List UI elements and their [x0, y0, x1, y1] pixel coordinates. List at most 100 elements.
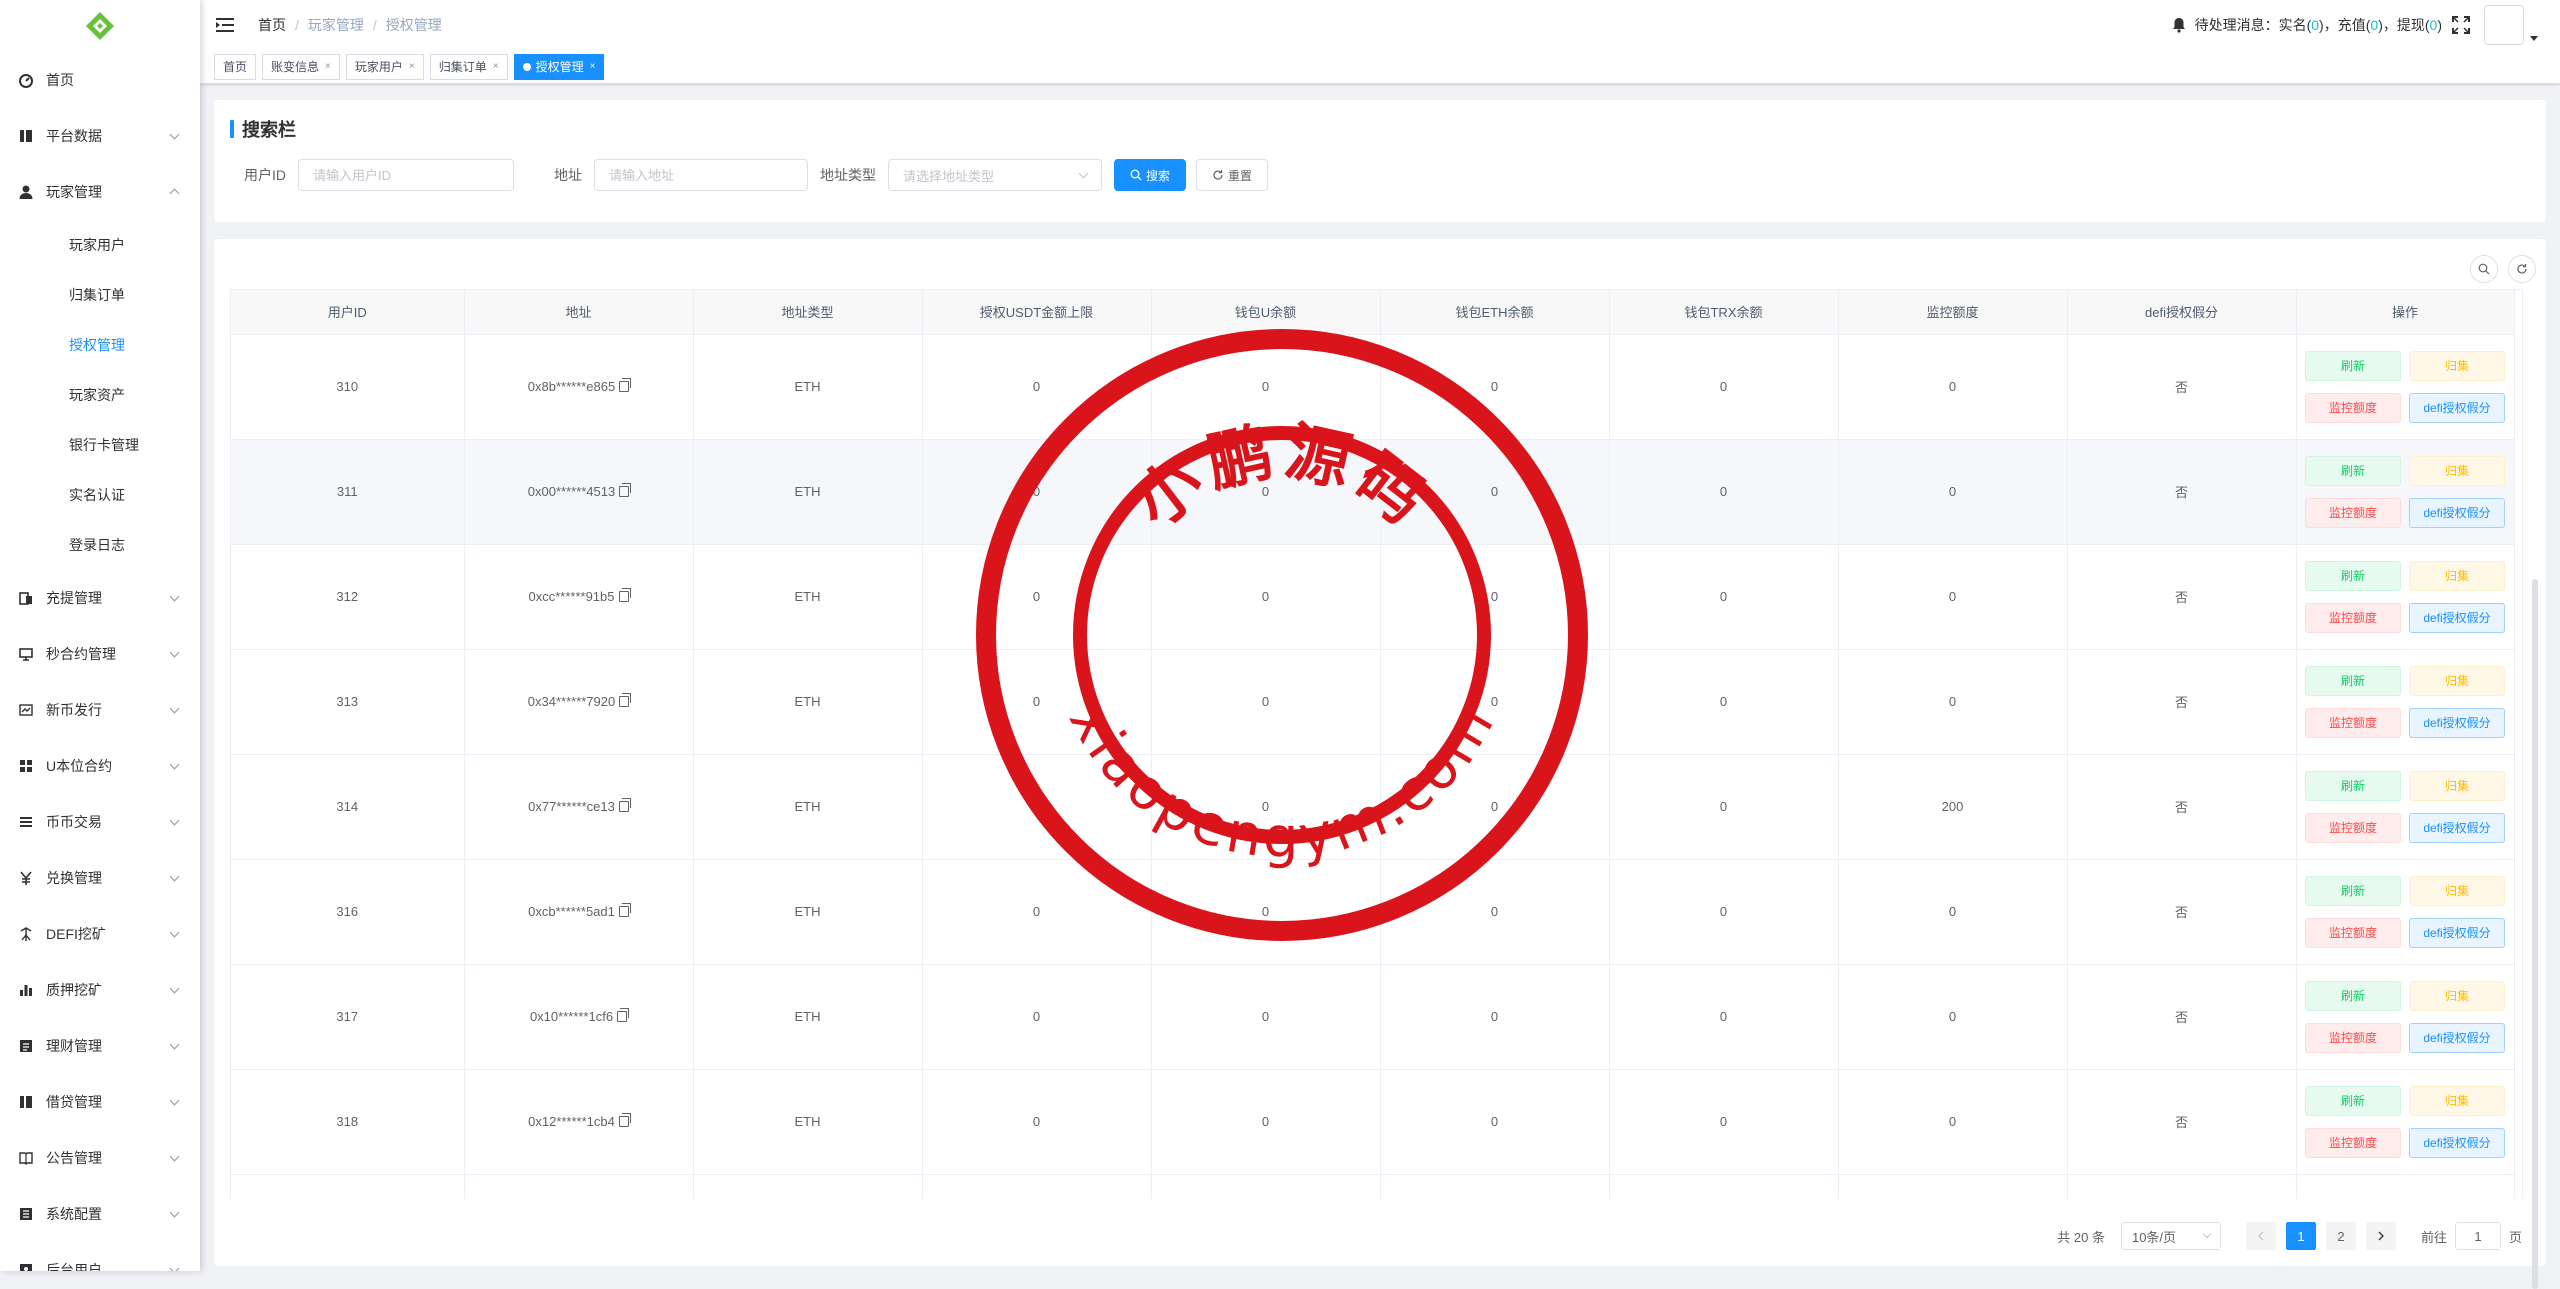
- refresh-button[interactable]: 刷新: [2305, 665, 2401, 696]
- defi-fake-button[interactable]: defi授权假分: [2409, 707, 2505, 738]
- sidebar-item-3[interactable]: 玩家管理: [0, 164, 200, 220]
- collect-button[interactable]: 归集: [2409, 875, 2505, 906]
- pending-notice[interactable]: 待处理消息： 实名(0)， 充值(0)， 提现(0): [2171, 15, 2442, 35]
- copy-icon[interactable]: [617, 1008, 630, 1022]
- prev-page-button[interactable]: [2245, 1222, 2276, 1250]
- sidebar-item-2[interactable]: 平台数据: [0, 108, 200, 164]
- copy-icon[interactable]: [618, 798, 631, 812]
- page-size-select[interactable]: 10条/页: [2120, 1222, 2221, 1250]
- user-dropdown[interactable]: [2484, 5, 2538, 45]
- notice-realname-label: 实名: [2278, 17, 2307, 33]
- close-icon[interactable]: ×: [409, 55, 415, 79]
- monitor-limit-button[interactable]: 监控额度: [2305, 602, 2401, 633]
- sidebar-item-5[interactable]: 秒合约管理: [0, 626, 200, 682]
- sidebar-item-label: 借贷管理: [46, 1094, 102, 1110]
- sidebar-subitem-3[interactable]: 授权管理: [0, 320, 200, 370]
- breadcrumb-home[interactable]: 首页: [258, 15, 286, 35]
- sidebar-subitem-2[interactable]: 归集订单: [0, 270, 200, 320]
- sidebar-item-11[interactable]: 质押挖矿: [0, 962, 200, 1018]
- copy-icon[interactable]: [619, 378, 632, 392]
- avatar[interactable]: [2484, 5, 2524, 45]
- page-1-button[interactable]: 1: [2285, 1222, 2316, 1250]
- sidebar-item-13[interactable]: 借贷管理: [0, 1074, 200, 1130]
- defi-fake-button[interactable]: defi授权假分: [2409, 1127, 2505, 1158]
- monitor-limit-button[interactable]: 监控额度: [2305, 917, 2401, 948]
- collect-button[interactable]: 归集: [2409, 1085, 2505, 1116]
- defi-fake-button[interactable]: defi授权假分: [2409, 497, 2505, 528]
- copy-icon[interactable]: [618, 588, 631, 602]
- sidebar-item-6[interactable]: 新币发行: [0, 682, 200, 738]
- address-input[interactable]: [594, 159, 808, 191]
- monitor-limit-button[interactable]: 监控额度: [2305, 707, 2401, 738]
- refresh-button[interactable]: 刷新: [2305, 455, 2401, 486]
- sidebar-item-15[interactable]: 系统配置: [0, 1186, 200, 1242]
- sidebar-item-14[interactable]: 公告管理: [0, 1130, 200, 1186]
- defi-fake-button[interactable]: defi授权假分: [2409, 1022, 2505, 1053]
- reset-button[interactable]: 重置: [1196, 159, 1269, 191]
- close-icon[interactable]: ×: [493, 55, 499, 79]
- breadcrumb-player[interactable]: 玩家管理: [308, 15, 364, 35]
- user-id-input[interactable]: [298, 159, 514, 191]
- fullscreen-icon[interactable]: [2452, 16, 2470, 34]
- refresh-button[interactable]: 刷新: [2305, 770, 2401, 801]
- sidebar-subitem-1[interactable]: 玩家用户: [0, 220, 200, 270]
- hamburger-icon[interactable]: [216, 16, 234, 34]
- close-icon[interactable]: ×: [590, 55, 596, 79]
- refresh-button[interactable]: 刷新: [2305, 980, 2401, 1011]
- monitor-limit-button[interactable]: 监控额度: [2305, 1127, 2401, 1158]
- refresh-button[interactable]: 刷新: [2305, 350, 2401, 381]
- defi-fake-button[interactable]: defi授权假分: [2409, 392, 2505, 423]
- copy-icon[interactable]: [619, 483, 632, 497]
- collect-button[interactable]: 归集: [2409, 770, 2505, 801]
- collect-button[interactable]: 归集: [2409, 455, 2505, 486]
- cell-trx: 0: [1609, 859, 1839, 965]
- tag-1[interactable]: 首页: [214, 53, 257, 80]
- page-jump-input[interactable]: [2454, 1222, 2501, 1250]
- sidebar-subitem-4[interactable]: 玩家资产: [0, 370, 200, 420]
- table-scrollbar[interactable]: [2532, 579, 2538, 1289]
- next-page-button[interactable]: [2365, 1222, 2396, 1250]
- defi-fake-button[interactable]: defi授权假分: [2409, 812, 2505, 843]
- copy-icon[interactable]: [618, 1113, 631, 1127]
- sidebar-item-4[interactable]: 充提管理: [0, 570, 200, 626]
- sidebar-item-8[interactable]: 币币交易: [0, 794, 200, 850]
- refresh-button[interactable]: 刷新: [2305, 560, 2401, 591]
- table-row: 318 0x12******1cb4 ETH 0 0 0 0 0 否刷新 归集 监控额度 defi授权…: [231, 1069, 2515, 1175]
- sidebar-item-10[interactable]: DEFI挖矿: [0, 906, 200, 962]
- cell-usdt: 0: [922, 334, 1152, 440]
- sidebar-item-7[interactable]: U本位合约: [0, 738, 200, 794]
- refresh-table-button[interactable]: [2508, 255, 2536, 283]
- collect-button[interactable]: 归集: [2409, 665, 2505, 696]
- monitor-limit-button[interactable]: 监控额度: [2305, 497, 2401, 528]
- sidebar-item-9[interactable]: 兑换管理: [0, 850, 200, 906]
- sidebar-subitem-5[interactable]: 银行卡管理: [0, 420, 200, 470]
- tag-2[interactable]: 账变信息 ×: [262, 53, 340, 80]
- collect-button[interactable]: 归集: [2409, 350, 2505, 381]
- copy-icon[interactable]: [618, 903, 631, 917]
- monitor-limit-button[interactable]: 监控额度: [2305, 392, 2401, 423]
- sidebar-item-16[interactable]: 后台用户: [0, 1242, 200, 1271]
- tag-5[interactable]: 授权管理 ×: [513, 53, 605, 80]
- collect-button[interactable]: 归集: [2409, 980, 2505, 1011]
- search-button[interactable]: 搜索: [1114, 159, 1187, 191]
- collect-button[interactable]: 归集: [2409, 560, 2505, 591]
- refresh-button[interactable]: 刷新: [2305, 875, 2401, 906]
- monitor-limit-button[interactable]: 监控额度: [2305, 1022, 2401, 1053]
- sidebar-item-1[interactable]: 首页: [0, 52, 200, 108]
- table-row: 310 0x8b******e865 ETH 0 0 0 0 0 否刷新 归集 监控额度 defi授权…: [231, 334, 2515, 440]
- defi-fake-button[interactable]: defi授权假分: [2409, 602, 2505, 633]
- copy-icon[interactable]: [619, 693, 632, 707]
- monitor-limit-button[interactable]: 监控额度: [2305, 812, 2401, 843]
- tag-3[interactable]: 玩家用户 ×: [345, 53, 424, 80]
- address-type-select[interactable]: 请选择地址类型: [888, 159, 1102, 191]
- sidebar-subitem-6[interactable]: 实名认证: [0, 470, 200, 520]
- close-icon[interactable]: ×: [325, 55, 331, 79]
- sidebar-item-12[interactable]: 理财管理: [0, 1018, 200, 1074]
- page-2-button[interactable]: 2: [2325, 1222, 2356, 1250]
- defi-fake-button[interactable]: defi授权假分: [2409, 917, 2505, 948]
- toggle-search-button[interactable]: [2470, 255, 2498, 283]
- refresh-button[interactable]: 刷新: [2305, 1085, 2401, 1116]
- sidebar-subitem-7[interactable]: 登录日志: [0, 520, 200, 570]
- table-row: 311 0x00******4513 ETH 0 0 0 0 0 否刷新 归集 监控额度 defi授权…: [231, 439, 2515, 545]
- tag-4[interactable]: 归集订单 ×: [429, 53, 508, 80]
